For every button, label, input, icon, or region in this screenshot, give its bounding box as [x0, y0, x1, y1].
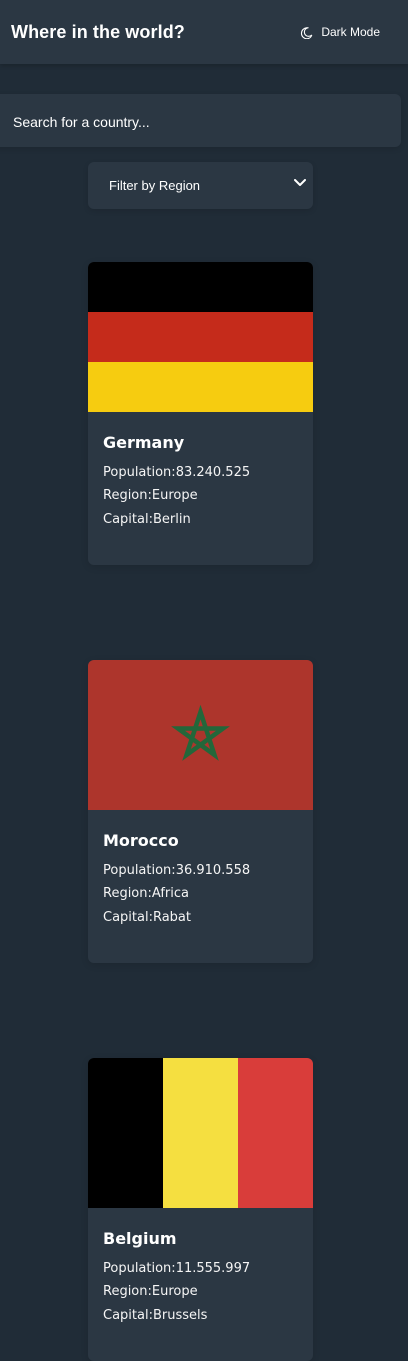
region-value: Europe	[151, 488, 198, 503]
dark-mode-toggle[interactable]: Dark Mode	[300, 22, 380, 42]
population-label: Population:	[103, 465, 176, 480]
dark-mode-label: Dark Mode	[321, 25, 380, 39]
capital-line: Capital:Berlin	[103, 511, 191, 529]
country-card-belgium[interactable]: Belgium Population:11.555.997 Region:Eur…	[88, 1058, 313, 1361]
region-label: Region:	[103, 488, 152, 503]
germany-flag-gold-band	[88, 362, 313, 412]
region-label: Region:	[103, 1284, 152, 1299]
germany-flag-red-band	[88, 312, 313, 362]
chevron-down-icon	[294, 179, 306, 186]
region-value: Europe	[151, 1284, 198, 1299]
capital-label: Capital:	[103, 910, 153, 925]
capital-value: Berlin	[152, 512, 191, 527]
country-name: Belgium	[103, 1229, 177, 1248]
capital-value: Brussels	[152, 1308, 208, 1323]
belgium-flag-black-band	[88, 1058, 163, 1208]
country-card-germany[interactable]: Germany Population:83.240.525 Region:Eur…	[88, 262, 313, 565]
region-value: Africa	[151, 886, 189, 901]
search-input[interactable]	[11, 94, 385, 149]
belgium-flag-yellow-band	[163, 1058, 238, 1208]
country-card-morocco[interactable]: Morocco Population:36.910.558 Region:Afr…	[88, 660, 313, 963]
population-label: Population:	[103, 1261, 176, 1276]
region-line: Region:Europe	[103, 487, 198, 505]
capital-label: Capital:	[103, 1308, 153, 1323]
region-filter-label: Filter by Region	[109, 178, 201, 193]
belgium-flag-red-band	[238, 1058, 313, 1208]
morocco-flag	[88, 660, 313, 810]
app-header: Where in the world? Dark Mode	[0, 0, 408, 64]
country-name: Germany	[103, 433, 185, 452]
germany-flag	[88, 262, 313, 412]
population-value: 11.555.997	[175, 1261, 251, 1276]
capital-value: Rabat	[152, 910, 191, 925]
region-filter-dropdown[interactable]: Filter by Region	[88, 162, 313, 209]
region-label: Region:	[103, 886, 152, 901]
app-title: Where in the world?	[11, 22, 185, 42]
country-name: Morocco	[103, 831, 179, 850]
capital-line: Capital:Rabat	[103, 909, 191, 927]
population-line: Population:83.240.525	[103, 464, 250, 482]
population-line: Population:36.910.558	[103, 862, 250, 880]
capital-line: Capital:Brussels	[103, 1307, 207, 1325]
germany-flag-black-band	[88, 262, 313, 312]
population-value: 83.240.525	[175, 465, 251, 480]
region-line: Region:Africa	[103, 885, 189, 903]
population-value: 36.910.558	[175, 863, 251, 878]
population-label: Population:	[103, 863, 176, 878]
search-box	[0, 94, 401, 149]
capital-label: Capital:	[103, 512, 153, 527]
region-line: Region:Europe	[103, 1283, 198, 1301]
morocco-flag-star	[171, 704, 230, 761]
population-line: Population:11.555.997	[103, 1260, 250, 1278]
moon-icon	[301, 26, 313, 39]
belgium-flag	[88, 1058, 313, 1208]
